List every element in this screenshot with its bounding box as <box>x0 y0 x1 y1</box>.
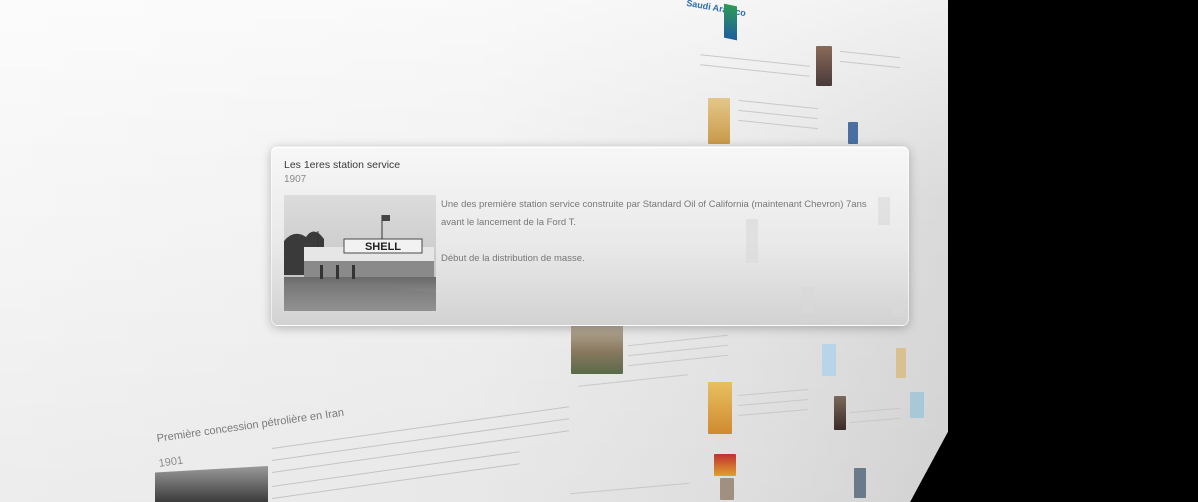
background-thumbnail[interactable] <box>720 478 734 500</box>
company-logo-icon <box>724 3 737 41</box>
event-description: Une des première station service constru… <box>441 196 891 268</box>
background-thumbnail[interactable] <box>910 392 924 418</box>
background-thumbnail[interactable] <box>854 468 866 498</box>
background-thumbnail[interactable] <box>714 454 736 476</box>
background-thumbnail[interactable] <box>848 122 858 144</box>
event-year: 1907 <box>284 174 307 185</box>
gas-station-photo: SHELL <box>284 195 436 311</box>
event-photo[interactable]: SHELL <box>284 195 436 311</box>
event-description-paragraph: Une des première station service constru… <box>441 199 867 228</box>
background-thumbnail[interactable] <box>816 46 832 86</box>
background-thumbnail[interactable] <box>708 382 732 434</box>
background-thumbnail[interactable] <box>896 348 906 378</box>
background-thumbnail[interactable] <box>822 344 836 376</box>
timeline-event-card[interactable]: Les 1eres station service 1907 SHELL Une… <box>271 146 909 326</box>
shell-sign: SHELL <box>365 241 401 253</box>
event-description-paragraph: Début de la distribution de masse. <box>441 253 585 264</box>
event-title: Les 1eres station service <box>284 159 401 171</box>
background-thumbnail[interactable] <box>834 396 846 430</box>
background-thumbnail[interactable] <box>708 98 730 144</box>
